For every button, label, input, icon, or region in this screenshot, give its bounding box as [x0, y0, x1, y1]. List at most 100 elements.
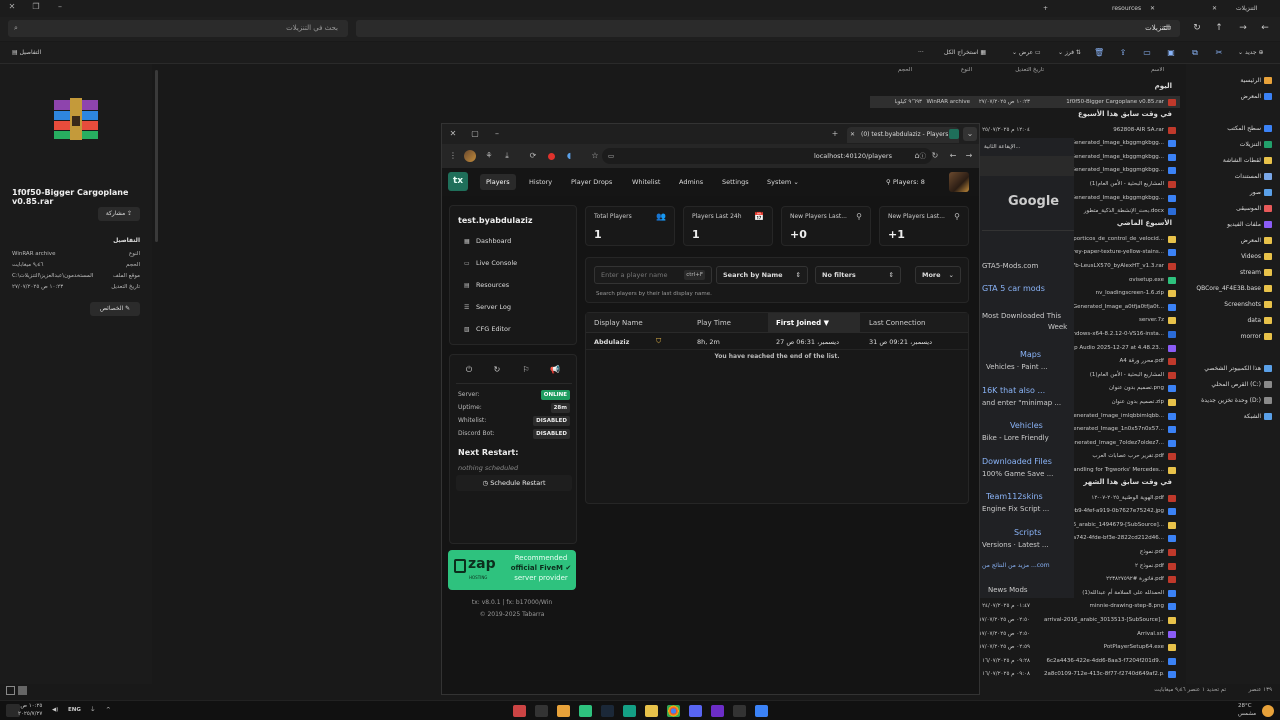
url-input[interactable]: ▭ localhost:40120/players ⓘ [602, 148, 932, 164]
extension-icon[interactable]: ⟳ [526, 149, 540, 163]
result-link[interactable]: 16K that also ... [982, 386, 1045, 395]
result-link[interactable]: Downloaded Files [982, 457, 1052, 466]
rename-icon[interactable]: ▭ [1142, 48, 1152, 58]
extensions-icon[interactable]: ⚘ [482, 149, 496, 163]
group-header[interactable]: في وقت سابق هذا الشهر [1083, 478, 1172, 486]
column-first-joined[interactable]: First Joined ▼ [768, 313, 860, 333]
nav-item[interactable]: ملفات الفيديو [1188, 218, 1272, 232]
restart-server-icon[interactable]: ↻ [488, 363, 506, 377]
clock[interactable]: ١٠:٢٥ ص ٢٠٢٥/٧/٢٧ [18, 703, 42, 717]
menu-dashboard[interactable]: ▦ Dashboard [464, 234, 511, 248]
tab-downloads[interactable]: التنزيلات [1236, 2, 1262, 16]
nav-item[interactable]: القرص المحلي (C:) [1188, 378, 1272, 392]
downloads-icon[interactable]: ⤓ [500, 149, 514, 163]
menu-dots-icon[interactable]: ⋮ [446, 149, 460, 163]
new-tab-icon[interactable]: + [1043, 2, 1053, 16]
close-tab-icon[interactable]: ✕ [1212, 2, 1222, 16]
back-arrow-icon[interactable]: → [962, 149, 976, 163]
result-link[interactable]: Maps [1020, 350, 1041, 359]
tiles-view-icon[interactable] [18, 686, 27, 695]
cut-icon[interactable]: ✂ [1214, 48, 1224, 58]
share-button[interactable]: مشاركة ⇪ [98, 207, 140, 221]
column-type[interactable]: النوع [961, 67, 972, 73]
column-play-time[interactable]: Play Time [689, 313, 768, 333]
more-button[interactable]: More ⌄ [915, 266, 961, 284]
tab-search[interactable]: الإيقاعة الثانية... [984, 140, 1060, 154]
nav-item[interactable]: وحدة تخزين جديدة (D:) [1188, 394, 1272, 408]
column-size[interactable]: الحجم [898, 67, 912, 73]
scrollbar[interactable] [155, 70, 158, 242]
nav-item[interactable]: لقطات الشاشة [1188, 154, 1272, 168]
column-display-name[interactable]: Display Name [586, 313, 689, 333]
search-by-select[interactable]: Search by Name ⇕ [716, 266, 808, 284]
delete-icon[interactable]: 🗑 [1094, 48, 1104, 58]
maximize-icon[interactable]: ❐ [28, 2, 44, 14]
volume-icon[interactable]: ◀) [52, 707, 58, 713]
forward-arrow-icon[interactable]: → [1236, 21, 1250, 35]
nav-item[interactable]: الرئيسية [1188, 74, 1272, 88]
nav-item[interactable]: المعرض [1188, 234, 1272, 248]
user-avatar[interactable] [949, 172, 969, 192]
menu-server-log[interactable]: ☰ Server Log [464, 300, 511, 314]
stop-server-icon[interactable]: ⏻ [460, 363, 478, 377]
taskbar-app-icon[interactable] [513, 705, 526, 717]
discord-icon[interactable] [689, 705, 702, 717]
nav-item[interactable]: هذا الكمبيوتر الشخصي [1188, 362, 1272, 376]
profile-avatar[interactable] [464, 150, 476, 162]
nav-whitelist[interactable]: Whitelist [626, 174, 666, 190]
column-name[interactable]: الاسم [1151, 67, 1164, 73]
taskbar-app-icon[interactable] [579, 705, 592, 717]
usb-icon[interactable]: ⏚ [90, 707, 96, 713]
view-button[interactable]: ⌄ عرض ▭ [1012, 47, 1041, 59]
new-tab-icon[interactable]: + [828, 127, 842, 141]
nav-item[interactable]: QBCore_4F4E3B.base [1188, 282, 1272, 296]
new-button[interactable]: ⌄ جديد ⊕ [1238, 47, 1264, 59]
kick-all-icon[interactable]: ⚐ [517, 363, 535, 377]
copy-icon[interactable]: ⧉ [1190, 48, 1200, 58]
file-row[interactable]: 1f0f50-Bigger Cargoplane v0.85.rar ١٠:٢٣ … [870, 96, 1180, 108]
weather-widget[interactable]: 28°C مشمس [1238, 703, 1256, 717]
recording-icon[interactable] [548, 153, 555, 160]
maximize-icon[interactable]: ▢ [468, 127, 482, 141]
install-app-icon[interactable]: ▭ [608, 148, 614, 164]
nav-item[interactable]: الموسيقى [1188, 202, 1272, 216]
nav-item[interactable]: المستندات [1188, 170, 1272, 184]
path-input[interactable]: التنزيلات [356, 20, 1180, 37]
steam-icon[interactable] [601, 705, 614, 717]
taskbar-app-icon[interactable] [557, 705, 570, 717]
column-last-connection[interactable]: Last Connection [861, 313, 968, 333]
nav-item[interactable]: stream [1188, 266, 1272, 280]
tab-resources[interactable]: resources [1112, 2, 1146, 16]
player-search-input[interactable]: Enter a player name ctrl+F [594, 266, 712, 284]
paste-icon[interactable]: ▣ [1166, 48, 1176, 58]
nav-player-drops[interactable]: Player Drops [565, 174, 618, 190]
bookmark-star-icon[interactable]: ☆ [588, 149, 602, 163]
minimize-icon[interactable]: – [52, 2, 68, 14]
taskbar-app-icon[interactable] [711, 705, 724, 717]
search-icon[interactable] [733, 705, 746, 717]
menu-live-console[interactable]: ▭ Live Console [464, 256, 517, 270]
nav-item[interactable]: صور [1188, 186, 1272, 200]
group-header[interactable]: الأسبوع الماضي [1117, 219, 1172, 227]
view-icon[interactable]: ▭ [1160, 21, 1174, 35]
up-arrow-icon[interactable]: ↑ [1212, 21, 1226, 35]
file-explorer-icon[interactable] [645, 705, 658, 717]
reload-icon[interactable]: ↻ [928, 149, 942, 163]
close-tab-icon[interactable]: ✕ [1150, 2, 1160, 16]
extract-all-button[interactable]: استخراج الكل ▦ [944, 47, 986, 59]
details-toggle-button[interactable]: ▤ التفاصيل [12, 47, 41, 59]
result-link[interactable]: Scripts [1014, 528, 1041, 537]
nav-admins[interactable]: Admins [673, 174, 709, 190]
announce-icon[interactable]: 📢 [546, 363, 564, 377]
schedule-restart-button[interactable]: ◷ Schedule Restart [456, 475, 572, 491]
close-icon[interactable]: ✕ [446, 127, 460, 141]
chrome-icon[interactable] [667, 705, 680, 717]
result-link[interactable]: GTA 5 car mods [982, 284, 1045, 293]
tab-search-icon[interactable]: ⌄ [963, 127, 977, 141]
minimize-icon[interactable]: – [490, 127, 504, 141]
nav-item[interactable]: سطح المكتب [1188, 122, 1272, 136]
share-icon[interactable]: ⇪ [1118, 48, 1128, 58]
nav-item[interactable]: data [1188, 314, 1272, 328]
refresh-icon[interactable]: ↻ [1190, 21, 1204, 35]
menu-cfg-editor[interactable]: ▧ CFG Editor [464, 322, 511, 336]
